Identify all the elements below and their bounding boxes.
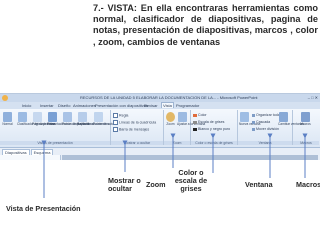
message-bar-checkbox[interactable]: Barra de mensajes <box>113 127 149 132</box>
cascade-label: Cascada <box>256 120 271 124</box>
new-window-icon <box>240 112 249 122</box>
office-button-icon[interactable] <box>2 95 8 101</box>
black-white-option[interactable]: Blanco y negro puro <box>193 127 230 131</box>
tab-animaciones[interactable]: Animaciones <box>73 103 96 108</box>
notes-page-button[interactable]: Página de notas <box>32 112 56 127</box>
tab-programador[interactable]: Programador <box>176 103 199 108</box>
tab-inicio[interactable]: Inicio <box>22 103 31 108</box>
macros-button[interactable]: Macros <box>300 112 311 127</box>
move-split-label: Mover división <box>256 127 279 131</box>
handout-master-button[interactable]: Patrón de documentos <box>77 112 110 127</box>
ribbon: Normal Clasificador de diapositivas Pági… <box>0 109 320 148</box>
slides-pane[interactable] <box>0 155 61 160</box>
window-title: RECURSOS DE LA UNIDAD 5 ELABORAR LA DOCU… <box>80 95 258 100</box>
slide-show-button[interactable]: Presentación con diapositivas <box>47 112 90 127</box>
ribbon-tabs: Inicio Insertar Diseño Animaciones Prese… <box>0 102 320 109</box>
grayscale-option-label: Escala de grises <box>198 120 225 124</box>
callout-views: Vista de Presentación <box>6 204 81 213</box>
notes-master-button[interactable]: Patrón de notas <box>93 112 116 127</box>
callout-zoom: Zoom <box>146 180 166 189</box>
fit-window-icon <box>178 112 187 122</box>
slide-sorter-button[interactable]: Clasificador de diapositivas <box>17 112 56 127</box>
color-option-label: Color <box>198 113 207 117</box>
group-window: Nueva ventana Organizar todas Cascada Mo… <box>238 110 304 145</box>
black-white-option-label: Blanco y negro puro <box>198 127 231 131</box>
group-views: Normal Clasificador de diapositivas Pági… <box>0 110 116 145</box>
group-color-label: Color o escala de grises <box>191 141 237 145</box>
callout-macros: Macros <box>296 180 320 189</box>
group-macros: Macros Macros <box>293 110 319 145</box>
color-option[interactable]: Color <box>193 113 207 117</box>
callout-window: Ventana <box>245 180 273 189</box>
slide-sorter-label: Clasificador de diapositivas <box>17 122 56 126</box>
normal-view-label: Normal <box>2 122 13 126</box>
slide-heading-text: 7.- VISTA: En ella encontraras herramien… <box>93 3 318 47</box>
switch-windows-button[interactable]: Cambiar ventanas <box>278 112 304 127</box>
switch-windows-icon <box>279 112 288 122</box>
window-controls-icon[interactable]: – □ ✕ <box>308 95 318 100</box>
macros-icon <box>301 112 310 122</box>
group-macros-label: Macros <box>293 141 319 145</box>
slide-master-label: Patrón de diapositivas <box>62 122 94 126</box>
macros-button-label: Macros <box>300 122 311 126</box>
new-window-button[interactable]: Nueva ventana <box>239 112 261 127</box>
notes-page-label: Página de notas <box>32 122 56 126</box>
group-zoom-label: Zoom <box>164 141 190 145</box>
slide-canvas[interactable] <box>62 155 318 160</box>
handout-master-icon <box>78 112 87 122</box>
cascade-button[interactable]: Cascada <box>252 120 270 124</box>
group-show-hide-label: Mostrar u ocultar <box>111 141 163 145</box>
powerpoint-screenshot: RECURSOS DE LA UNIDAD 5 ELABORAR LA DOCU… <box>0 93 320 160</box>
fit-window-button[interactable]: Ajustar a la ventana <box>177 112 206 127</box>
group-color: Color Escala de grises Blanco y negro pu… <box>191 110 238 145</box>
tab-insertar[interactable]: Insertar <box>40 103 54 108</box>
message-bar-label: Barra de mensajes <box>119 127 150 132</box>
callout-show-hide: Mostrar o ocultar <box>108 176 141 194</box>
normal-view-icon <box>3 112 12 122</box>
tab-diseno[interactable]: Diseño <box>58 103 70 108</box>
tab-revisar[interactable]: Revisar <box>144 103 158 108</box>
group-show-hide: Regla Líneas de la cuadrícula Barra de m… <box>111 110 164 145</box>
slide-show-icon <box>48 112 57 122</box>
tab-vista[interactable]: Vista <box>161 102 174 108</box>
notes-page-icon <box>33 112 42 122</box>
move-split-button[interactable]: Mover división <box>252 127 279 131</box>
slide-master-icon <box>63 112 72 122</box>
gridlines-label: Líneas de la cuadrícula <box>119 120 157 125</box>
ruler-checkbox[interactable]: Regla <box>113 113 128 118</box>
group-views-label: Vistas de presentación <box>0 141 110 145</box>
fit-window-label: Ajustar a la ventana <box>177 122 206 126</box>
magnifier-icon <box>166 112 175 122</box>
grayscale-option[interactable]: Escala de grises <box>193 120 224 124</box>
tab-presentacion[interactable]: Presentación con diapositivas <box>95 103 148 108</box>
slide-heading: 7.- VISTA: En ella encontraras herramien… <box>91 3 320 91</box>
handout-master-label: Patrón de documentos <box>77 122 110 126</box>
notes-master-icon <box>94 112 103 122</box>
slide-master-button[interactable]: Patrón de diapositivas <box>62 112 94 127</box>
workspace: Diapositivas Esquema <box>0 148 320 160</box>
gridlines-checkbox[interactable]: Líneas de la cuadrícula <box>113 120 156 125</box>
group-window-label: Ventana <box>238 141 292 145</box>
switch-windows-label: Cambiar ventanas <box>278 122 304 126</box>
group-zoom: Zoom Ajustar a la ventana Zoom <box>164 110 206 145</box>
zoom-button[interactable]: Zoom <box>165 112 176 127</box>
slide-show-label: Presentación con diapositivas <box>47 122 90 126</box>
normal-view-button[interactable]: Normal <box>2 112 13 127</box>
title-bar: RECURSOS DE LA UNIDAD 5 ELABORAR LA DOCU… <box>0 94 320 102</box>
notes-master-label: Patrón de notas <box>93 122 116 126</box>
slide-sorter-icon <box>18 112 27 122</box>
new-window-label: Nueva ventana <box>239 122 261 126</box>
zoom-button-label: Zoom <box>166 122 175 126</box>
ruler-label: Regla <box>119 113 129 118</box>
callout-color: Color o escala de grises <box>174 168 208 194</box>
